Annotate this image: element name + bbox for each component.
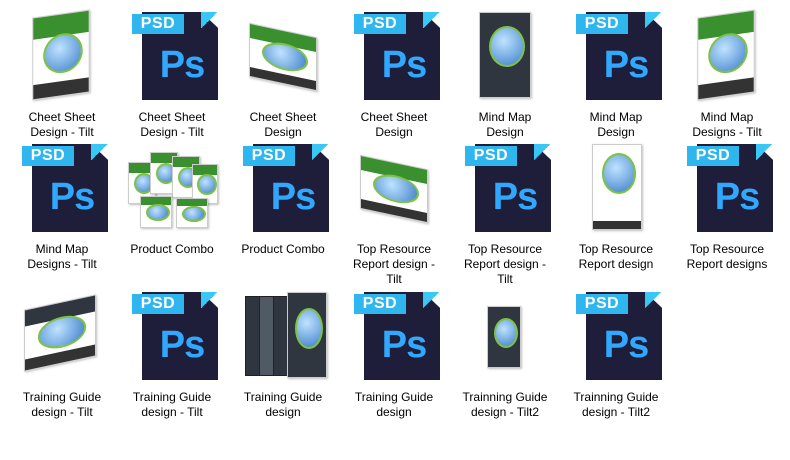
file-name: Cheet Sheet Design [360,110,428,139]
image-thumbnail [346,140,442,236]
file-name: Training Guide design [243,390,323,419]
file-name: Training Guide design - Tilt [132,390,212,419]
file-item[interactable]: PSD Ps Product Combo [229,140,337,257]
file-name: Cheet Sheet Design - Tilt [28,110,96,139]
image-thumbnail [124,140,220,236]
file-item[interactable]: PSD Ps Cheet Sheet Design [340,8,448,140]
file-name: Top Resource Report design - Tilt [352,242,436,286]
image-thumbnail [14,288,110,384]
file-item[interactable]: Top Resource Report design - Tilt [340,140,448,287]
psd-file-icon: PSD Ps [346,288,442,384]
file-name: Top Resource Report design - Tilt [463,242,547,286]
image-thumbnail [14,8,110,104]
file-name: Mind Map Design [478,110,532,139]
file-item[interactable]: Top Resource Report design [562,140,670,272]
file-name: Trainning Guide design - Tilt2 [462,390,548,419]
file-name: Mind Map Designs - Tilt [692,110,762,139]
psd-file-icon: PSD Ps [568,288,664,384]
file-item[interactable]: PSD Ps Cheet Sheet Design - Tilt [118,8,226,140]
image-thumbnail [235,8,331,104]
file-name: Training Guide design [354,390,434,419]
file-item[interactable]: PSD Ps Top Resource Report design - Tilt [451,140,559,287]
file-name: Mind Map Designs - Tilt [27,242,97,271]
file-item[interactable]: Trainning Guide design - Tilt2 [451,288,559,420]
file-name: Trainning Guide design - Tilt2 [573,390,659,419]
file-item[interactable]: PSD Ps Mind Map Designs - Tilt [8,140,116,272]
file-item[interactable]: Training Guide design [229,288,337,420]
image-thumbnail [679,8,775,104]
file-item[interactable]: Cheet Sheet Design - Tilt [8,8,116,140]
file-name: Mind Map Design [589,110,643,139]
psd-file-icon: PSD Ps [124,288,220,384]
psd-file-icon: PSD Ps [457,140,553,236]
file-item[interactable]: PSD Ps Trainning Guide design - Tilt2 [562,288,670,420]
file-item[interactable]: Mind Map Design [451,8,559,140]
image-thumbnail [457,288,553,384]
psd-file-icon: PSD Ps [14,140,110,236]
file-name: Cheet Sheet Design [249,110,317,139]
file-item[interactable]: Mind Map Designs - Tilt [673,8,781,140]
psd-file-icon: PSD Ps [124,8,220,104]
file-grid: Cheet Sheet Design - Tilt PSD Ps Cheet Sh… [0,0,790,460]
file-name: Product Combo [241,242,325,256]
file-name: Product Combo [130,242,214,256]
file-name: Cheet Sheet Design - Tilt [138,110,206,139]
file-name: Training Guide design - Tilt [22,390,102,419]
psd-file-icon: PSD Ps [346,8,442,104]
image-thumbnail [235,288,331,384]
file-item[interactable]: PSD Ps Mind Map Design [562,8,670,140]
image-thumbnail [457,8,553,104]
file-item[interactable]: Cheet Sheet Design [229,8,337,140]
file-item[interactable]: PSD Ps Training Guide design - Tilt [118,288,226,420]
psd-file-icon: PSD Ps [568,8,664,104]
psd-file-icon: PSD Ps [235,140,331,236]
file-name: Top Resource Report designs [686,242,768,271]
psd-file-icon: PSD Ps [679,140,775,236]
file-item[interactable]: PSD Ps Training Guide design [340,288,448,420]
file-item[interactable]: Training Guide design - Tilt [8,288,116,420]
file-item[interactable]: Product Combo [118,140,226,257]
image-thumbnail [568,140,664,236]
file-name: Top Resource Report design [578,242,654,271]
file-item[interactable]: PSD Ps Top Resource Report designs [673,140,781,272]
